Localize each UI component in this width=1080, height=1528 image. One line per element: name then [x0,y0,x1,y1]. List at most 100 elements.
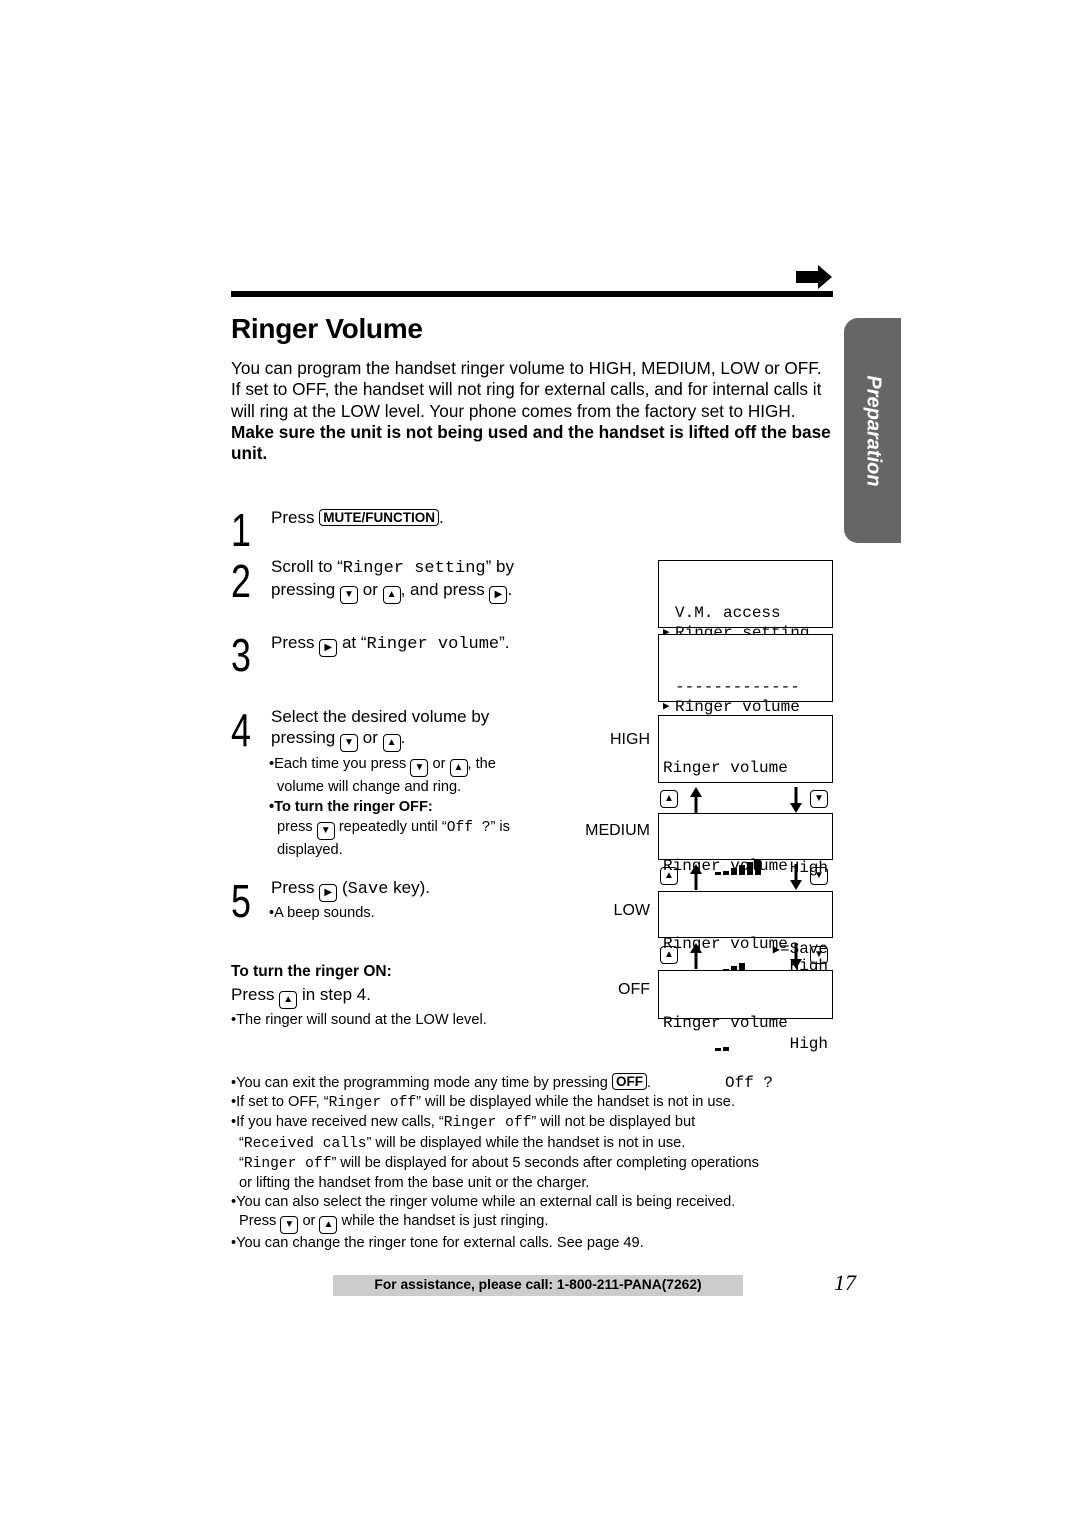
arrow-up-icon [690,787,702,813]
step-1-number: 1 [231,504,251,556]
transition-row-1: ▲ ▼ [658,787,833,813]
right-key-icon: ▶ [489,586,508,604]
step-2-l2a: pressing [271,580,336,599]
step-2-post: ” by [485,557,514,576]
lcd-off: Ringer volume Off ? [658,970,833,1092]
step-4-b1c: , the [467,756,496,772]
arrow-up-icon [690,864,702,890]
note-3-l2-mono: Received calls [243,1135,367,1152]
up-key-icon: ▲ [279,991,298,1009]
note-4: •You can also select the ringer volume w… [231,1194,736,1211]
step-3-post: ”. [499,633,510,652]
note-3-l3-mono: Ringer off [243,1155,332,1172]
step-2-l2c: , and press [400,580,485,599]
page-number: 17 [834,1270,856,1295]
right-key-icon: ▶ [319,639,338,657]
right-key-icon: ▶ [319,884,338,902]
lcd-menu-2: -------------▶Ringer volumeRinger tone [658,634,833,736]
down-key-icon: ▼ [810,867,828,885]
cursor-arrow-icon: ▶ [663,701,670,713]
intro: You can program the handset ringer volum… [231,358,831,464]
down-key-icon: ▼ [316,822,335,840]
menu-2-item: ▶ Ringer volume [663,698,800,716]
note-3a: •If you have received new calls, “ [231,1114,444,1131]
arrow-down-icon [790,943,802,969]
continue-arrow-icon [796,265,832,289]
up-key-icon: ▲ [660,946,678,964]
lcd-low: Ringer volume Low High [658,891,833,1053]
note-3-l2b: ” will be displayed while the handset is… [366,1134,686,1151]
menu-1-item: V.M. access [675,604,781,622]
intro-paragraph: You can program the handset ringer volum… [231,358,822,421]
transition-row-2: ▲ ▼ [658,864,833,890]
step-4-l2c: . [400,728,406,747]
note-2-mono: Ringer off [328,1095,417,1112]
step-2-text: Scroll to “Ringer setting” by pressing ▼… [271,556,514,604]
step-4-b2a: press [277,819,313,835]
step-2-number: 2 [231,555,251,607]
up-key-icon: ▲ [449,759,468,777]
step-4-l2a: pressing [271,728,336,747]
down-key-icon: ▼ [340,586,358,604]
note-4-l2b: or [302,1213,316,1230]
arrow-down-icon [790,787,802,813]
step-3-mid: at “ [341,633,367,652]
step-1-post: . [438,508,444,527]
down-key-icon: ▼ [810,946,828,964]
step-4-b1a: •Each time you press [269,756,407,772]
step-4-line1: Select the desired volume by [271,707,490,726]
step-2-l2b: or [362,580,378,599]
step-3-number: 3 [231,629,251,681]
note-5: •You can change the ringer tone for exte… [231,1235,644,1252]
arrow-up-icon [690,943,702,969]
step-4-b2b: repeatedly until “ [338,819,447,835]
step-1-pre: Press [271,508,315,527]
up-key-icon: ▲ [382,734,401,752]
note-3-l4: or lifting the handset from the base uni… [239,1175,590,1192]
note-4-l2c: while the handset is just ringing. [341,1213,549,1230]
note-1: •You can exit the programming mode any t… [231,1075,608,1091]
step-5-pre: Press [271,878,315,897]
ringer-on-heading: To turn the ringer ON: [231,963,392,980]
step-4-text: Select the desired volume by pressing ▼ … [271,706,489,752]
step-4-b2-mono: Off ? [446,820,491,836]
top-rule [231,291,833,297]
step-5-bullet: •A beep sounds. [269,905,375,921]
step-2-mono: Ringer setting [342,559,486,578]
step-3-text: Press ▶ at “Ringer volume”. [271,632,510,657]
ringer-on-note: •The ringer will sound at the LOW level. [231,1012,487,1028]
transition-row-3: ▲ ▼ [658,943,833,969]
note-4-l2a: Press [239,1213,277,1230]
off-key: OFF [611,1073,647,1090]
ringer-on-pre: Press [231,985,275,1004]
down-key-icon: ▼ [810,790,828,808]
assistance-text: For assistance, please call: 1-800-211-P… [374,1277,702,1292]
level-label-high: HIGH [610,731,650,748]
down-key-icon: ▼ [340,734,358,752]
notes: •You can exit the programming mode any t… [231,1073,841,1254]
step-5-text: Press ▶ (Save key). [271,877,430,902]
arrow-down-icon [790,864,802,890]
note-2a: •If set to OFF, “ [231,1094,329,1111]
step-4-b2c: ” is [490,819,510,835]
step-5-mono: Save [347,880,389,899]
step-4-number: 4 [231,704,251,756]
note-2b: ” will be displayed while the handset is… [416,1094,735,1111]
note-3-l3b: ” will be displayed for about 5 seconds … [331,1154,759,1171]
step-5-post: key). [388,878,430,897]
level-label-off: OFF [618,981,650,998]
down-key-icon: ▼ [280,1216,299,1235]
step-4-l2b: or [362,728,378,747]
step-4-b1b: or [432,756,446,772]
intro-warning: Make sure the unit is not being used and… [231,421,831,464]
up-key-icon: ▲ [382,586,401,604]
section-tab: Preparation [844,318,901,543]
section-tab-label: Preparation [862,374,884,487]
lcd-off-line1: Ringer volume [663,1014,788,1032]
mute-function-key: MUTE/FUNCTION [319,509,439,526]
step-3-mono: Ringer volume [366,635,500,654]
lcd-menu-1: V.M. access▶Ringer settingInitial set [658,560,833,662]
step-3-pre: Press [271,633,315,652]
up-key-icon: ▲ [660,867,678,885]
lcd-medium: Ringer volume Low High [658,813,833,975]
